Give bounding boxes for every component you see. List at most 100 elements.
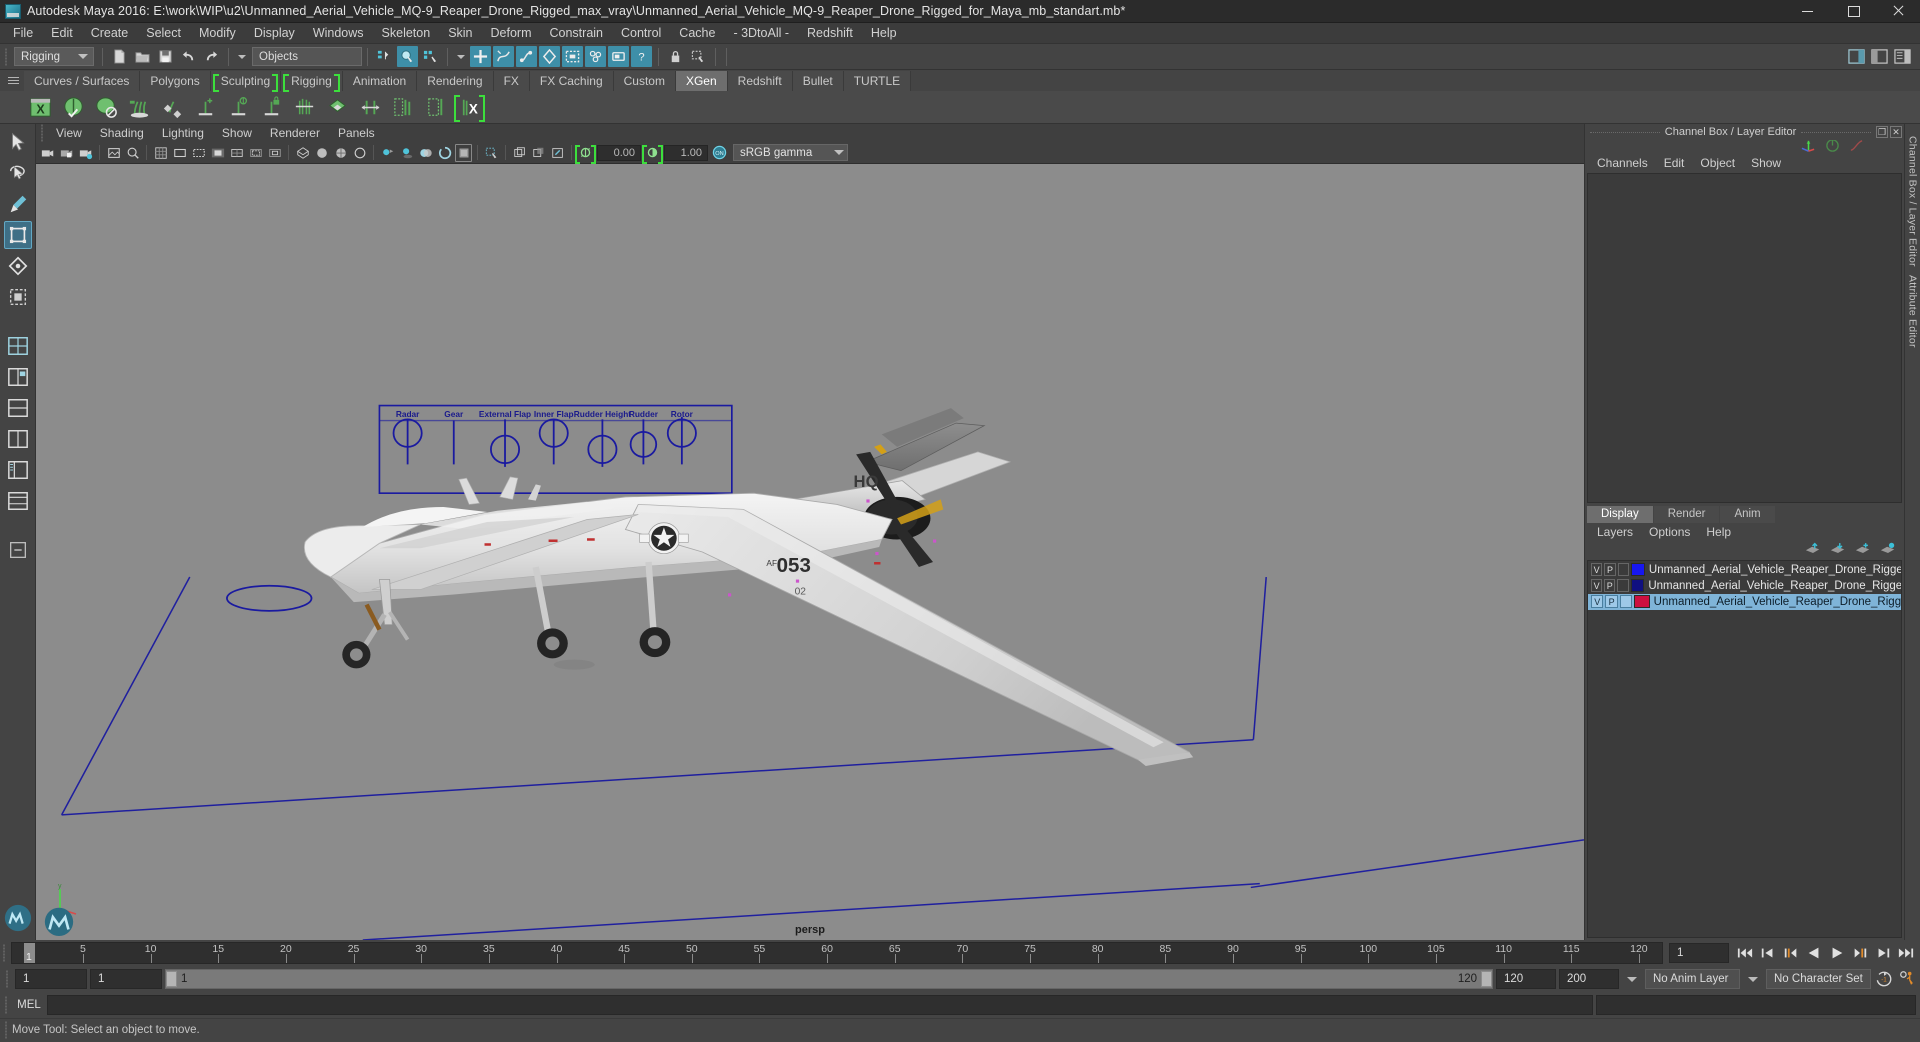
layer-playback-toggle[interactable]: P (1604, 563, 1616, 576)
command-output-field[interactable] (1596, 995, 1916, 1015)
safe-action-icon[interactable] (247, 144, 264, 162)
shaded-wireframe-icon[interactable] (332, 144, 349, 162)
lasso-select-tool-button[interactable] (4, 159, 32, 187)
shelf-tab-turtle[interactable]: TURTLE (843, 71, 912, 91)
layer-color-swatch[interactable] (1634, 595, 1650, 608)
redo-button[interactable] (201, 46, 222, 67)
animation-end-time-field[interactable]: 200 (1559, 969, 1619, 989)
layer-state-toggle[interactable] (1619, 595, 1633, 608)
shelf-tab-custom[interactable]: Custom (613, 71, 676, 91)
sidebar-tab-channel-box[interactable]: Channel Box / Layer Editor (1907, 132, 1919, 271)
smooth-shade-all-icon[interactable] (313, 144, 330, 162)
new-scene-button[interactable] (109, 46, 130, 67)
viewport-menu-panels[interactable]: Panels (329, 124, 384, 142)
channel-box-menu-show[interactable]: Show (1743, 154, 1789, 173)
shelf-tab-animation[interactable]: Animation (342, 71, 418, 91)
go-to-start-button[interactable] (1735, 943, 1755, 963)
command-language-label[interactable]: MEL (11, 999, 47, 1011)
viewport-menu-renderer[interactable]: Renderer (261, 124, 329, 142)
move-layer-up-icon[interactable] (1805, 542, 1821, 558)
snap-to-grid-button[interactable] (470, 46, 491, 67)
layout-more-button[interactable] (4, 536, 32, 564)
select-by-component-type-button[interactable] (420, 46, 441, 67)
undo-button[interactable] (178, 46, 199, 67)
menu-select[interactable]: Select (137, 23, 190, 44)
field-chart-icon[interactable] (228, 144, 245, 162)
xgen-groom-density-icon[interactable] (223, 92, 254, 122)
play-forwards-button[interactable] (1827, 943, 1847, 963)
close-panel-icon[interactable]: ✕ (1890, 126, 1902, 138)
channel-box-menu-edit[interactable]: Edit (1656, 154, 1693, 173)
rotate-tool-button[interactable] (4, 252, 32, 280)
gate-mask-icon[interactable] (209, 144, 226, 162)
current-frame-field[interactable]: 1 (1669, 943, 1729, 963)
layer-playback-toggle[interactable]: P (1605, 595, 1618, 608)
go-to-end-button[interactable] (1896, 943, 1916, 963)
sidebar-tab-attribute-editor[interactable]: Attribute Editor (1907, 271, 1919, 352)
character-set-selector[interactable]: No Character Set (1766, 969, 1871, 989)
layout-single-perspective-button[interactable] (4, 332, 32, 360)
channel-box-menu-object[interactable]: Object (1692, 154, 1743, 173)
menu-windows[interactable]: Windows (304, 23, 373, 44)
show-channel-box-button[interactable] (1892, 46, 1913, 67)
xgen-guide-tool-icon[interactable] (388, 92, 419, 122)
perspective-viewport[interactable]: HQ AF 053 02 Radar Gear External Flap In… (36, 164, 1584, 940)
tab-display-layers[interactable]: Display (1587, 505, 1653, 523)
layer-visibility-toggle[interactable]: V (1591, 595, 1604, 608)
menu-create[interactable]: Create (82, 23, 138, 44)
menu-deform[interactable]: Deform (482, 23, 541, 44)
layer-menu-layers[interactable]: Layers (1589, 523, 1641, 541)
viewport-grip[interactable] (38, 121, 47, 145)
multisample-anti-aliasing-icon[interactable] (455, 143, 472, 162)
shelf-tab-bullet[interactable]: Bullet (792, 71, 844, 91)
auto-keyframe-toggle[interactable]: -1 (1874, 969, 1894, 989)
chevron-down-icon[interactable] (238, 54, 246, 59)
shelf-tab-sculpting[interactable]: Sculpting (210, 71, 282, 92)
exposure-toggle-icon[interactable] (575, 144, 596, 164)
menu-modify[interactable]: Modify (190, 23, 245, 44)
command-line-grip[interactable] (2, 993, 11, 1017)
layer-visibility-toggle[interactable]: V (1591, 579, 1603, 592)
xgen-spline-width-icon[interactable] (355, 92, 386, 122)
open-scene-button[interactable] (132, 46, 153, 67)
isolate-select-icon[interactable] (483, 144, 500, 162)
gamma-toggle-icon[interactable] (642, 144, 663, 164)
layer-name[interactable]: Unmanned_Aerial_Vehicle_Reaper_Drone_Rig… (1648, 580, 1901, 592)
show-tool-settings-button[interactable] (1869, 46, 1890, 67)
display-layer-list[interactable]: V P Unmanned_Aerial_Vehicle_Reaper_Drone… (1587, 559, 1902, 938)
motion-blur-icon[interactable] (436, 144, 453, 162)
viewport-menu-view[interactable]: View (47, 124, 91, 142)
menu-cache[interactable]: Cache (670, 23, 724, 44)
range-end-time-field[interactable]: 120 (1496, 969, 1556, 989)
chevron-down-icon[interactable] (1748, 976, 1758, 982)
move-tool-button[interactable] (3, 221, 32, 249)
render-view-button[interactable] (608, 46, 629, 67)
resolution-gate-icon[interactable] (190, 144, 207, 162)
lock-button[interactable] (665, 46, 686, 67)
paint-select-tool-button[interactable] (4, 190, 32, 218)
xray-active-components-icon[interactable] (549, 144, 566, 162)
layout-outliner-persp-button[interactable] (4, 456, 32, 484)
film-gate-icon[interactable] (171, 144, 188, 162)
shelf-tab-xgen[interactable]: XGen (675, 71, 728, 91)
exposure-value-field[interactable]: 0.00 (597, 144, 641, 161)
select-camera-icon[interactable] (39, 144, 56, 162)
menu-skin[interactable]: Skin (439, 23, 481, 44)
xray-icon[interactable] (511, 144, 528, 162)
select-tool-button[interactable] (4, 128, 32, 156)
menu-constrain[interactable]: Constrain (541, 23, 613, 44)
xray-joints-icon[interactable] (530, 144, 547, 162)
viewport-menu-show[interactable]: Show (213, 124, 261, 142)
layer-row[interactable]: V P Unmanned_Aerial_Vehicle_Reaper_Drone… (1588, 562, 1901, 578)
layout-four-view-button[interactable] (4, 363, 32, 391)
two-d-pan-zoom-icon[interactable] (124, 144, 141, 162)
xgen-add-clumping-icon[interactable] (124, 92, 155, 122)
layout-two-pane-side-button[interactable] (4, 394, 32, 422)
layer-state-toggle[interactable] (1617, 579, 1629, 592)
play-backwards-button[interactable] (1804, 943, 1824, 963)
viewport-menu-lighting[interactable]: Lighting (153, 124, 213, 142)
layer-playback-toggle[interactable]: P (1604, 579, 1616, 592)
render-settings-button[interactable]: ? (631, 46, 652, 67)
layer-visibility-toggle[interactable]: V (1591, 563, 1603, 576)
image-plane-icon[interactable] (105, 144, 122, 162)
